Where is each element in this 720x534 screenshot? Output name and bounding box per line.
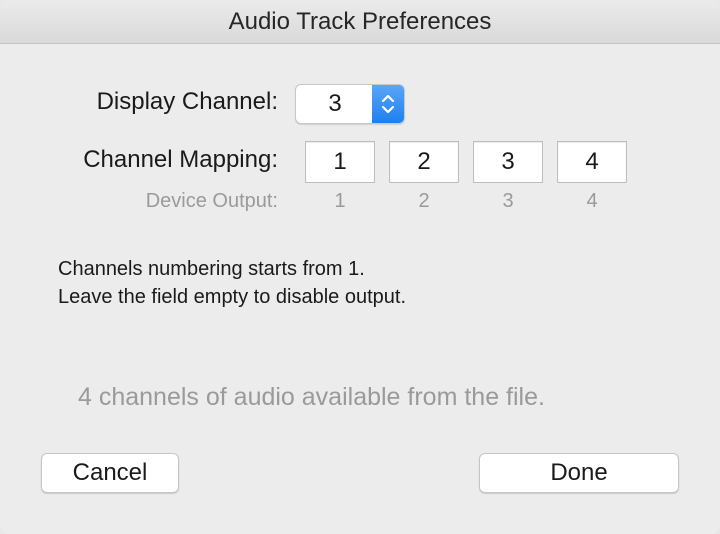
channel-mapping-field-3[interactable]: 3 — [473, 141, 543, 183]
done-button[interactable]: Done — [479, 453, 679, 493]
channels-available-text: 4 channels of audio available from the f… — [78, 383, 545, 411]
channel-mapping-field-1[interactable]: 1 — [305, 141, 375, 183]
device-output-number-3: 3 — [502, 190, 514, 212]
display-channel-label: Display Channel: — [96, 88, 278, 115]
cancel-button[interactable]: Cancel — [41, 453, 179, 493]
device-output-number-4: 4 — [586, 190, 598, 212]
info-line-2: Leave the field empty to disable output. — [58, 286, 407, 308]
info-line-1: Channels numbering starts from 1. — [58, 258, 365, 280]
window-title: Audio Track Preferences — [228, 7, 492, 35]
device-output-number-1: 1 — [334, 190, 346, 212]
preferences-dialog: Audio Track Preferences Display Channel:… — [0, 0, 720, 534]
info-text: Channels numbering starts from 1. Leave … — [58, 255, 678, 311]
device-output-label: Device Output: — [145, 190, 278, 212]
channel-mapping-field-4[interactable]: 4 — [557, 141, 627, 183]
title-bar: Audio Track Preferences — [0, 0, 720, 44]
chevron-up-down-icon[interactable] — [372, 85, 404, 123]
display-channel-popup[interactable]: 3 — [295, 84, 405, 124]
channel-mapping-field-2[interactable]: 2 — [389, 141, 459, 183]
device-output-number-2: 2 — [418, 190, 430, 212]
display-channel-value: 3 — [328, 90, 342, 117]
channel-mapping-label: Channel Mapping: — [83, 146, 278, 173]
